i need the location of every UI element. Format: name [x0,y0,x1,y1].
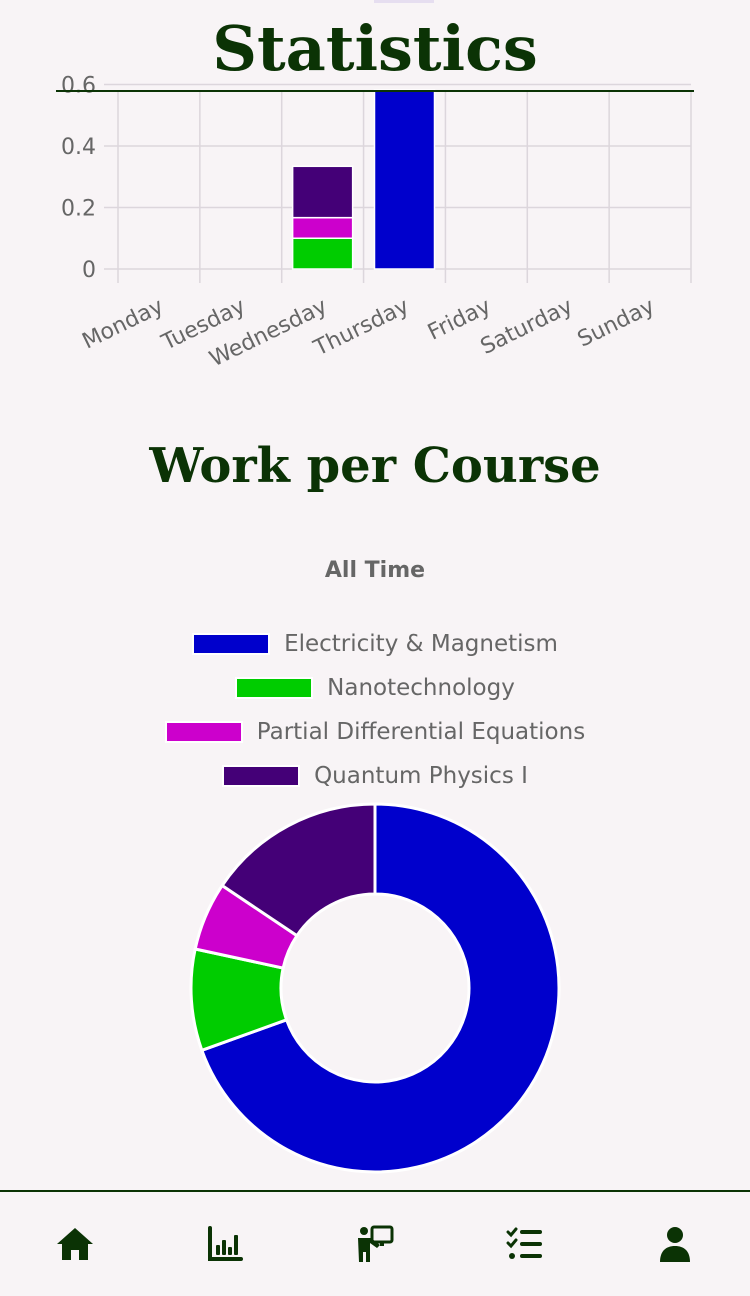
legend-swatch [222,765,301,787]
y-tick-label: 0.6 [61,74,96,99]
legend-item-electricity-magnetism[interactable]: Electricity & Magnetism [0,622,750,666]
y-tick-label: 0.2 [61,197,96,222]
teacher-icon [358,1225,394,1262]
top-tab-sliver [374,0,434,3]
legend-label: Quantum Physics I [314,763,528,789]
work-per-course-donut-chart [189,802,561,1174]
nav-teaching-button[interactable] [300,1192,450,1296]
legend-label: Electricity & Magnetism [284,631,558,657]
nav-tasks-button[interactable] [450,1192,600,1296]
legend-item-pde[interactable]: Partial Differential Equations [0,710,750,754]
legend-item-quantum-physics[interactable]: Quantum Physics I [0,754,750,798]
bar-segment [291,165,354,219]
user-icon [660,1227,690,1262]
x-tick-label: Sunday [574,294,659,353]
bar-segment [373,89,436,270]
donut-chart-title: All Time [324,558,426,583]
y-tick-label: 0.4 [61,135,96,160]
legend-swatch [192,633,271,655]
bar-segment [291,237,354,270]
bar-segment [291,216,354,240]
home-icon [57,1228,93,1260]
nav-statistics-button[interactable] [150,1192,300,1296]
nav-profile-button[interactable] [600,1192,750,1296]
legend-swatch [164,721,243,743]
y-tick-label: 0 [82,258,96,283]
legend-swatch [235,677,314,699]
nav-home-button[interactable] [0,1192,150,1296]
checklist-icon [506,1227,542,1259]
x-tick-label: Monday [79,294,168,355]
bottom-navigation [0,1190,750,1296]
donut-legend: Electricity & Magnetism Nanotechnology P… [0,622,750,798]
legend-item-nanotechnology[interactable]: Nanotechnology [0,666,750,710]
legend-label: Nanotechnology [327,675,515,701]
title-divider [56,90,694,92]
legend-label: Partial Differential Equations [256,719,586,745]
weekly-stacked-bar-chart: 00.20.40.6MondayTuesdayWednesdayThursday… [61,74,692,372]
x-tick-label: Saturday [477,294,577,360]
bar-chart-icon [208,1226,243,1261]
work-per-course-title: Work per Course [149,438,601,494]
